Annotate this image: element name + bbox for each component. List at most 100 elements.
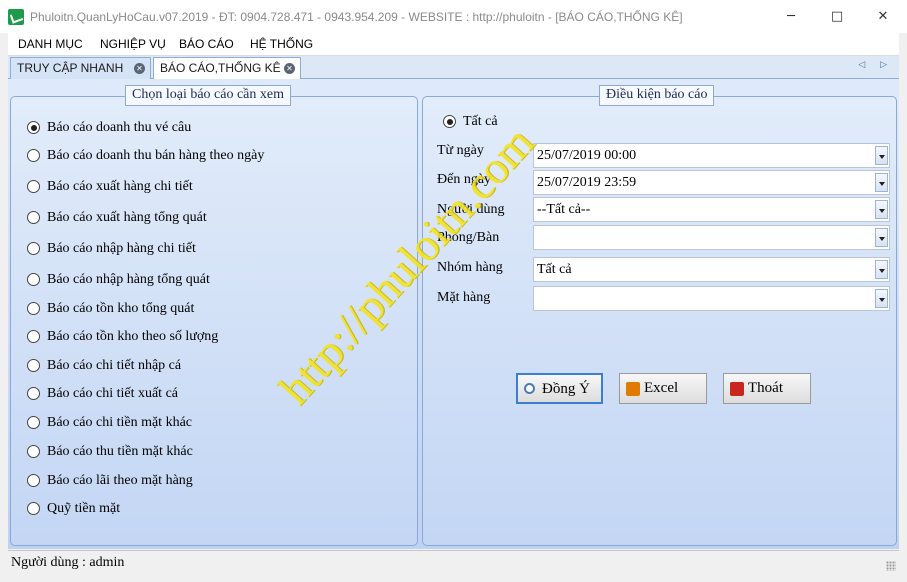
user-value: --Tất cả-- [537,202,591,217]
all-option-radio[interactable]: Tất cả [443,113,498,131]
radio-indicator[interactable] [27,387,40,401]
report-type-option[interactable]: Báo cáo doanh thu bán hàng theo ngày [27,147,264,165]
all-option-label: Tất cả [463,113,498,129]
radio-indicator[interactable] [27,416,40,430]
radio-indicator[interactable] [27,180,40,194]
report-type-label: Báo cáo thu tiền mặt khác [47,443,193,459]
tab-scroll-arrows-icon[interactable]: ◁ ▷ [858,60,893,70]
report-type-label: Báo cáo tồn kho theo số lượng [47,328,219,344]
tab-quick-access[interactable]: TRUY CẬP NHANH ✕ [10,57,151,79]
menu-nghiep-vu[interactable]: NGHIỆP VỤ [100,37,166,51]
close-icon[interactable]: ✕ [284,63,295,74]
status-user: Người dùng : admin [11,555,125,570]
radio-indicator[interactable] [27,121,40,135]
power-icon [730,382,744,396]
resize-grip-icon[interactable] [886,561,896,571]
chevron-down-icon[interactable] [875,200,888,219]
report-type-label: Báo cáo lãi theo mặt hàng [47,472,193,488]
report-type-option[interactable]: Báo cáo tồn kho theo số lượng [27,328,218,346]
close-icon[interactable]: ✕ [134,63,145,74]
menu-bao-cao[interactable]: BÁO CÁO [179,37,234,51]
menu-bar: DANH MỤC NGHIỆP VỤ BÁO CÁO HỆ THỐNG [8,33,899,56]
menu-he-thong[interactable]: HỆ THỐNG [250,37,313,51]
status-bar: Người dùng : admin [8,550,899,574]
radio-indicator[interactable] [27,242,40,256]
chevron-down-icon[interactable] [875,173,888,192]
report-type-option[interactable]: Báo cáo tồn kho tổng quát [27,300,194,318]
report-content: Chọn loại báo cáo cần xem Báo cáo doanh … [8,79,899,549]
tab-reports[interactable]: BÁO CÁO,THỐNG KÊ ✕ [153,57,301,79]
report-type-label: Quỹ tiền mặt [47,500,121,516]
room-label: Phòng/Bàn [437,230,500,245]
report-type-label: Báo cáo chi tiền mặt khác [47,414,192,430]
to-date-value: 25/07/2019 23:59 [537,175,637,190]
to-date-picker[interactable]: 25/07/2019 23:59 [533,170,890,195]
chevron-down-icon[interactable] [875,260,888,279]
product-group-select[interactable]: Tất cả [533,257,890,282]
from-date-label: Từ ngày [437,143,484,158]
report-type-label: Báo cáo doanh thu bán hàng theo ngày [47,147,265,163]
chevron-down-icon[interactable] [875,146,888,165]
from-date-picker[interactable]: 25/07/2019 00:00 [533,143,890,168]
room-select[interactable] [533,225,890,250]
report-type-option[interactable]: Báo cáo thu tiền mặt khác [27,443,193,461]
maximize-button[interactable]: □ [814,0,860,33]
ok-button-label: Đồng Ý [542,381,590,397]
report-type-legend: Chọn loại báo cáo cần xem [125,85,292,106]
chevron-down-icon[interactable] [875,289,888,308]
title-bar: Phuloitn.QuanLyHoCau.v07.2019 - ĐT: 0904… [0,0,907,33]
tab-label: BÁO CÁO,THỐNG KÊ [160,61,281,75]
exit-button-label: Thoát [748,380,783,396]
report-type-option[interactable]: Quỹ tiền mặt [27,500,120,518]
radio-indicator[interactable] [27,502,40,516]
product-label: Mặt hàng [437,290,491,305]
menu-danh-muc[interactable]: DANH MỤC [18,37,83,51]
user-select[interactable]: --Tất cả-- [533,197,890,222]
chevron-down-icon[interactable] [875,228,888,247]
report-type-option[interactable]: Báo cáo nhập hàng chi tiết [27,240,196,258]
to-date-label: Đến ngày [437,172,492,187]
report-type-option[interactable]: Báo cáo chi tiết xuất cá [27,385,178,403]
exit-button[interactable]: Thoát [723,373,811,404]
radio-indicator[interactable] [27,474,40,488]
report-type-option[interactable]: Báo cáo chi tiết nhập cá [27,357,181,375]
radio-indicator[interactable] [27,445,40,459]
ok-button[interactable]: Đồng Ý [516,373,603,404]
window-title: Phuloitn.QuanLyHoCau.v07.2019 - ĐT: 0904… [30,10,683,24]
radio-indicator[interactable] [443,115,456,129]
from-date-value: 25/07/2019 00:00 [537,148,637,163]
report-type-label: Báo cáo nhập hàng chi tiết [47,240,196,256]
report-type-option[interactable]: Báo cáo nhập hàng tổng quát [27,271,210,289]
product-group-label: Nhóm hàng [437,260,503,275]
report-conditions-group: Điều kiện báo cáo Tất cả Từ ngày 25/07/2… [422,85,897,546]
excel-export-button[interactable]: Excel [619,373,707,404]
report-type-option[interactable]: Báo cáo lãi theo mặt hàng [27,472,193,490]
radio-indicator[interactable] [27,273,40,287]
report-type-option[interactable]: Báo cáo xuất hàng chi tiết [27,178,193,196]
report-type-label: Báo cáo chi tiết nhập cá [47,357,182,373]
radio-indicator[interactable] [27,149,40,163]
report-type-label: Báo cáo tồn kho tổng quát [47,300,195,316]
product-select[interactable] [533,286,890,311]
app-window: Phuloitn.QuanLyHoCau.v07.2019 - ĐT: 0904… [0,0,907,582]
app-logo-icon [8,9,24,25]
report-type-option[interactable]: Báo cáo xuất hàng tổng quát [27,209,207,227]
report-type-group: Chọn loại báo cáo cần xem Báo cáo doanh … [10,85,418,546]
report-type-option[interactable]: Báo cáo chi tiền mặt khác [27,414,192,432]
report-type-option[interactable]: Báo cáo doanh thu vé câu [27,119,191,137]
product-group-value: Tất cả [537,262,572,277]
report-type-label: Báo cáo chi tiết xuất cá [47,385,178,401]
excel-icon [626,382,640,396]
report-type-label: Báo cáo xuất hàng tổng quát [47,209,207,225]
user-label: Người dùng [437,202,505,217]
radio-indicator[interactable] [27,330,40,344]
conditions-legend: Điều kiện báo cáo [599,85,715,106]
tab-bar: TRUY CẬP NHANH ✕ BÁO CÁO,THỐNG KÊ ✕ ◁ ▷ [8,56,899,79]
radio-indicator[interactable] [27,359,40,373]
radio-indicator[interactable] [27,211,40,225]
close-window-button[interactable]: ✕ [860,0,906,33]
minimize-button[interactable]: ─ [768,0,814,33]
report-type-label: Báo cáo nhập hàng tổng quát [47,271,210,287]
radio-indicator[interactable] [27,302,40,316]
report-type-label: Báo cáo doanh thu vé câu [47,119,192,135]
